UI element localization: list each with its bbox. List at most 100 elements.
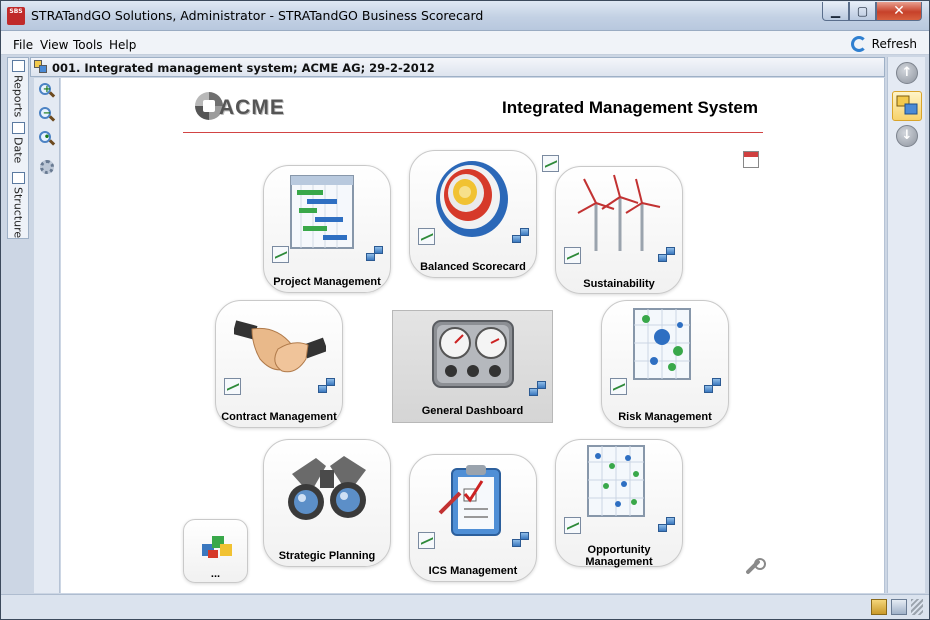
app-window: SBS STRATandGO Solutions, Administrator … bbox=[0, 0, 930, 620]
tile-general-dashboard[interactable]: General Dashboard bbox=[392, 310, 553, 423]
tile-label: Project Management bbox=[273, 276, 381, 288]
tile-project-management[interactable]: Project Management bbox=[263, 165, 391, 293]
chart-icon bbox=[11, 60, 25, 72]
binoculars-icon bbox=[288, 456, 366, 520]
tile-balanced-scorecard[interactable]: Balanced Scorecard bbox=[409, 150, 537, 278]
current-structure-button[interactable] bbox=[892, 91, 922, 121]
menu-view[interactable]: View bbox=[40, 38, 68, 52]
user-status-icon[interactable] bbox=[871, 599, 887, 615]
tile-ics-management[interactable]: ICS Management bbox=[409, 454, 537, 582]
dashboard-gauges-icon bbox=[432, 320, 514, 388]
arrow-down-icon: ↓ bbox=[901, 128, 913, 143]
tile-risk-management[interactable]: Risk Management bbox=[601, 300, 729, 428]
tile-label: Sustainability bbox=[583, 278, 655, 290]
close-icon: ✕ bbox=[893, 3, 905, 19]
refresh-button[interactable]: Refresh bbox=[850, 36, 917, 52]
report-chart-icon[interactable] bbox=[542, 155, 559, 172]
gear-icon bbox=[40, 160, 54, 174]
page-title: Integrated Management System bbox=[501, 98, 758, 117]
wrench-icon[interactable] bbox=[744, 558, 766, 576]
maximize-button[interactable]: ▢ bbox=[849, 2, 876, 21]
navigate-up-button[interactable]: ↑ bbox=[896, 62, 918, 84]
tile-structure-icon[interactable] bbox=[366, 246, 384, 262]
structure-icon bbox=[34, 60, 48, 74]
refresh-icon bbox=[850, 36, 867, 52]
status-bar bbox=[1, 594, 929, 619]
gantt-chart-icon bbox=[290, 175, 354, 249]
calendar-icon[interactable] bbox=[743, 151, 759, 168]
tile-structure-icon[interactable] bbox=[658, 247, 676, 263]
document-title: 001. Integrated management system; ACME … bbox=[52, 61, 435, 75]
menu-file[interactable]: File bbox=[13, 38, 33, 52]
zoom-in-button[interactable]: + bbox=[39, 83, 56, 99]
window-title: STRATandGO Solutions, Administrator - ST… bbox=[31, 8, 484, 23]
document-header: 001. Integrated management system; ACME … bbox=[30, 57, 885, 77]
database-status-icon[interactable] bbox=[891, 599, 907, 615]
minimize-button[interactable]: ▁ bbox=[822, 2, 849, 21]
menu-help[interactable]: Help bbox=[109, 38, 136, 52]
title-bar[interactable]: SBS STRATandGO Solutions, Administrator … bbox=[1, 1, 929, 31]
close-button[interactable]: ✕ bbox=[876, 2, 922, 21]
tile-report-icon[interactable] bbox=[272, 246, 289, 263]
tile-label: Balanced Scorecard bbox=[420, 261, 526, 273]
risk-matrix-icon bbox=[633, 308, 691, 380]
resize-grip-icon[interactable] bbox=[911, 599, 923, 615]
tile-strategic-planning[interactable]: Strategic Planning bbox=[263, 439, 391, 567]
refresh-label: Refresh bbox=[871, 37, 917, 51]
zoom-fit-button[interactable]: • bbox=[39, 131, 56, 147]
tile-structure-icon[interactable] bbox=[512, 532, 530, 548]
tile-sustainability[interactable]: Sustainability bbox=[555, 166, 683, 294]
tile-report-icon[interactable] bbox=[418, 532, 435, 549]
navigation-rail: ↑ ↓ bbox=[887, 57, 925, 593]
tile-more[interactable]: ... bbox=[183, 519, 248, 583]
tile-report-icon[interactable] bbox=[564, 517, 581, 534]
menu-tools[interactable]: Tools bbox=[73, 38, 103, 52]
settings-button[interactable] bbox=[39, 159, 55, 175]
tile-label: Risk Management bbox=[618, 411, 712, 423]
tile-structure-icon[interactable] bbox=[704, 378, 722, 394]
target-icon bbox=[436, 161, 508, 237]
zoom-toolbar: + − • bbox=[34, 78, 60, 593]
tab-date[interactable]: Date bbox=[8, 120, 28, 163]
tile-structure-icon[interactable] bbox=[318, 378, 336, 394]
tile-label: ICS Management bbox=[428, 565, 518, 577]
tile-report-icon[interactable] bbox=[418, 228, 435, 245]
scorecard-canvas: ACME Integrated Management System Projec… bbox=[61, 78, 885, 593]
tile-label: General Dashboard bbox=[421, 405, 524, 417]
structure-icon bbox=[896, 95, 918, 115]
acme-logo: ACME bbox=[195, 92, 305, 122]
opportunity-matrix-icon bbox=[587, 445, 645, 517]
zoom-out-button[interactable]: − bbox=[39, 107, 56, 123]
tile-report-icon[interactable] bbox=[224, 378, 241, 395]
tile-structure-icon[interactable] bbox=[658, 517, 676, 533]
tab-date-label: Date bbox=[11, 137, 25, 164]
checklist-icon bbox=[438, 465, 501, 536]
tile-label: Contract Management bbox=[221, 411, 337, 423]
menu-bar: File View Tools Help Refresh bbox=[1, 31, 929, 55]
tile-structure-icon[interactable] bbox=[512, 228, 530, 244]
acme-logo-text: ACME bbox=[219, 96, 285, 119]
wind-turbine-icon bbox=[577, 174, 661, 251]
structure-icon bbox=[11, 172, 25, 184]
tile-opportunity-management[interactable]: Opportunity Management bbox=[555, 439, 683, 568]
tile-contract-management[interactable]: Contract Management bbox=[215, 300, 343, 428]
tile-label: ... bbox=[210, 568, 221, 580]
tab-structure[interactable]: Structure bbox=[8, 170, 28, 238]
tile-structure-icon[interactable] bbox=[529, 381, 547, 397]
tile-label: Strategic Planning bbox=[278, 550, 376, 562]
side-tab-bar: Reports Date Structure bbox=[7, 57, 29, 239]
tile-report-icon[interactable] bbox=[564, 247, 581, 264]
tile-label: Opportunity Management bbox=[585, 544, 653, 568]
arrow-up-icon: ↑ bbox=[901, 65, 913, 80]
tab-reports-label: Reports bbox=[11, 75, 25, 118]
minimize-icon: ▁ bbox=[830, 4, 841, 18]
tab-reports[interactable]: Reports bbox=[8, 58, 28, 117]
header-divider bbox=[183, 132, 763, 133]
tile-report-icon[interactable] bbox=[610, 378, 627, 395]
navigate-down-button[interactable]: ↓ bbox=[896, 125, 918, 147]
calendar-icon bbox=[11, 122, 25, 134]
handshake-icon bbox=[234, 320, 326, 373]
maximize-icon: ▢ bbox=[856, 4, 869, 18]
app-logo-icon: SBS bbox=[7, 7, 25, 25]
puzzle-pieces-icon bbox=[202, 536, 232, 558]
